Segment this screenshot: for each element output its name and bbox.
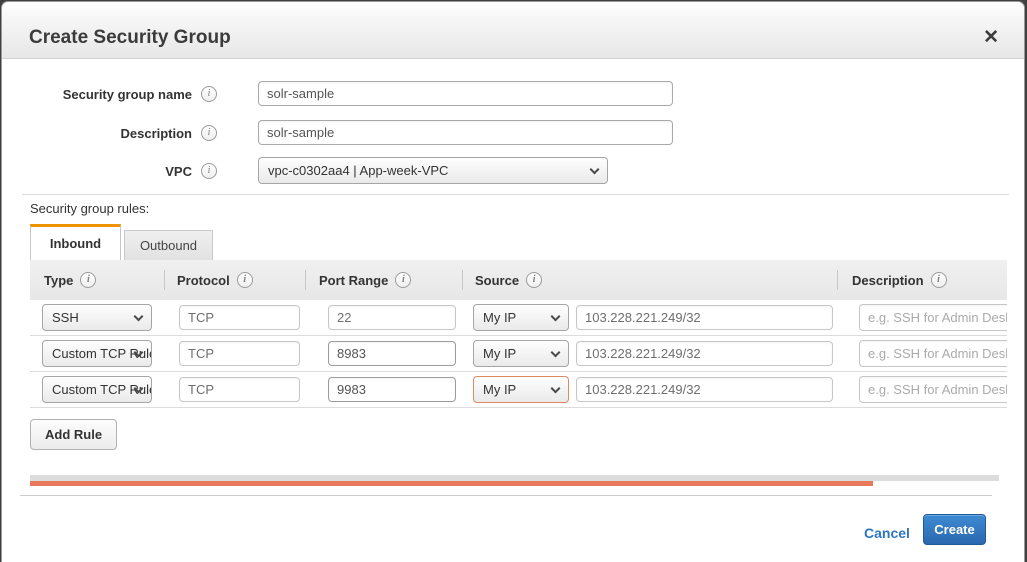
column-header-source: Source i — [475, 260, 542, 300]
info-icon[interactable]: i — [201, 163, 217, 179]
column-separator — [837, 270, 838, 290]
rule-source-ip-input[interactable] — [576, 341, 833, 366]
rule-description-input[interactable] — [859, 340, 1007, 367]
info-icon[interactable]: i — [201, 125, 217, 141]
description-input[interactable] — [258, 120, 673, 145]
rule-source-select[interactable]: My IP — [473, 376, 569, 403]
rule-protocol-input — [179, 305, 300, 330]
create-button[interactable]: Create — [923, 514, 986, 545]
column-separator — [462, 270, 463, 290]
rule-type-select[interactable]: Custom TCP Rule — [42, 376, 152, 403]
chevron-down-icon — [590, 164, 600, 174]
info-icon[interactable]: i — [526, 272, 542, 288]
rules-table-header: Type i Protocol i Port Range i Source i … — [30, 260, 1007, 300]
column-header-protocol: Protocol i — [177, 260, 253, 300]
column-header-description: Description i — [852, 260, 947, 300]
tab-inbound[interactable]: Inbound — [30, 224, 121, 260]
rules-table-body: SSH My IP Custom TCP Rule My IP — [30, 300, 1007, 409]
form-divider — [22, 194, 1009, 195]
security-group-name-input[interactable] — [258, 81, 673, 106]
horizontal-scrollbar-thumb[interactable] — [30, 481, 873, 486]
tab-outbound[interactable]: Outbound — [124, 230, 213, 260]
info-icon[interactable]: i — [201, 86, 217, 102]
create-security-group-dialog: Create Security Group ✕ Security group n… — [1, 1, 1025, 562]
rule-source-ip-input[interactable] — [576, 377, 833, 402]
rule-source-select[interactable]: My IP — [473, 304, 569, 331]
rule-type-select[interactable]: SSH — [42, 304, 152, 331]
chevron-down-icon — [551, 347, 561, 357]
vpc-select[interactable]: vpc-c0302aa4 | App-week-VPC — [258, 157, 608, 184]
column-separator — [305, 270, 306, 290]
table-row: Custom TCP Rule My IP — [30, 372, 1007, 408]
close-icon[interactable]: ✕ — [983, 28, 999, 47]
chevron-down-icon — [551, 311, 561, 321]
rules-section-label: Security group rules: — [30, 201, 149, 216]
info-icon[interactable]: i — [80, 272, 96, 288]
vpc-label: VPC — [2, 164, 192, 179]
cancel-link[interactable]: Cancel — [864, 525, 910, 541]
rule-description-input[interactable] — [859, 304, 1007, 331]
rule-port-range-input[interactable] — [328, 341, 456, 366]
column-separator — [164, 270, 165, 290]
column-header-port-range: Port Range i — [319, 260, 411, 300]
table-row: Custom TCP Rule My IP — [30, 336, 1007, 372]
rule-type-select[interactable]: Custom TCP Rule — [42, 340, 152, 367]
dialog-title: Create Security Group — [29, 27, 231, 49]
chevron-down-icon — [551, 383, 561, 393]
rule-port-range-input[interactable] — [328, 377, 456, 402]
info-icon[interactable]: i — [931, 272, 947, 288]
security-group-name-label: Security group name — [2, 87, 192, 102]
chevron-down-icon — [134, 311, 144, 321]
rule-source-ip-input[interactable] — [576, 305, 833, 330]
dialog-header: Create Security Group ✕ — [2, 2, 1024, 59]
info-icon[interactable]: i — [395, 272, 411, 288]
column-header-type: Type i — [44, 260, 96, 300]
info-icon[interactable]: i — [237, 272, 253, 288]
rule-protocol-input — [179, 377, 300, 402]
rule-port-range-input — [328, 305, 456, 330]
footer-divider — [20, 495, 992, 496]
vpc-select-value: vpc-c0302aa4 | App-week-VPC — [268, 163, 448, 178]
table-row: SSH My IP — [30, 300, 1007, 336]
rule-protocol-input — [179, 341, 300, 366]
add-rule-button[interactable]: Add Rule — [30, 419, 117, 450]
description-label: Description — [2, 126, 192, 141]
rule-description-input[interactable] — [859, 376, 1007, 403]
rule-source-select[interactable]: My IP — [473, 340, 569, 367]
